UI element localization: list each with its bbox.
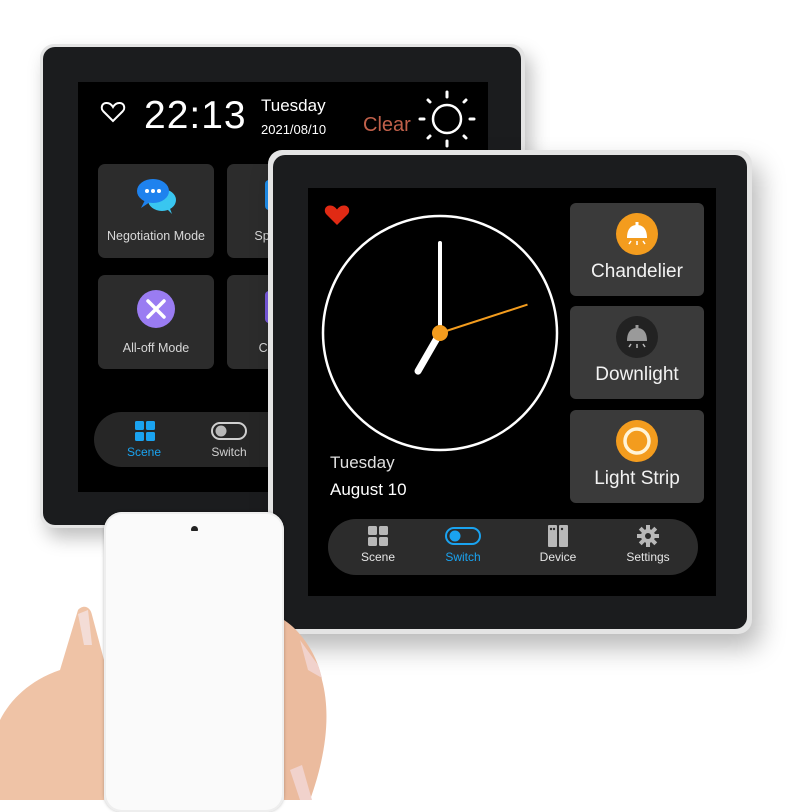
clock-second-hand [439, 303, 528, 334]
date-label: August 10 [330, 480, 407, 499]
toggle-icon [211, 422, 247, 440]
smartphone [104, 512, 284, 812]
nav-tab-settings[interactable]: Settings [613, 523, 683, 571]
device-tile-chandelier[interactable]: Chandelier [570, 203, 704, 296]
front-camera [191, 526, 198, 531]
device-icon [548, 525, 568, 547]
light-strip-icon [616, 420, 658, 462]
close-circle-icon [137, 290, 175, 328]
front-panel-bezel: Tuesday August 10 Chandelier Downlight L… [273, 155, 747, 629]
nav-label: Scene [126, 445, 162, 459]
sun-icon [418, 90, 476, 148]
nav-tab-device[interactable]: Device [523, 523, 593, 571]
device-label: Downlight [595, 364, 679, 385]
chat-bubbles-icon [137, 179, 176, 214]
nav-label: Scene [360, 550, 396, 564]
front-control-panel: Tuesday August 10 Chandelier Downlight L… [268, 150, 752, 634]
tile-label: All-off Mode [122, 341, 190, 355]
nav-label: Switch [211, 445, 247, 459]
analog-clock [321, 214, 559, 452]
date-label: 2021/08/10 [261, 122, 327, 137]
nav-tab-switch[interactable]: Switch [194, 418, 264, 463]
scene-tile-all-off[interactable]: All-off Mode [98, 275, 214, 369]
weekday-label: Tuesday [330, 453, 395, 472]
weather-label: Clear [363, 114, 411, 136]
nav-tab-scene[interactable]: Scene [343, 523, 413, 571]
toggle-icon [445, 527, 481, 545]
nav-label: Settings [626, 550, 670, 564]
device-tile-downlight[interactable]: Downlight [570, 306, 704, 399]
clock-center [432, 325, 448, 341]
device-tile-light-strip[interactable]: Light Strip [570, 410, 704, 503]
device-label: Light Strip [594, 468, 680, 489]
grid-icon [368, 526, 388, 546]
chandelier-icon [616, 213, 658, 255]
scene-tile-negotiation[interactable]: Negotiation Mode [98, 164, 214, 258]
nav-tab-switch[interactable]: Switch [428, 523, 498, 571]
downlight-icon [616, 316, 658, 358]
digital-time: 22:13 [144, 94, 247, 137]
nav-label: Device [539, 550, 577, 564]
nav-label: Switch [445, 550, 481, 564]
grid-icon [135, 421, 155, 441]
device-label: Chandelier [591, 261, 683, 282]
tile-label: Negotiation Mode [107, 229, 205, 243]
weekday-label: Tuesday [261, 96, 326, 115]
front-bottom-nav: Scene Switch Device Settings [328, 519, 698, 575]
front-panel-screen: Tuesday August 10 Chandelier Downlight L… [308, 188, 716, 596]
nav-tab-scene[interactable]: Scene [109, 418, 179, 463]
heart-outline-icon[interactable] [100, 100, 126, 124]
gear-icon [637, 525, 659, 547]
